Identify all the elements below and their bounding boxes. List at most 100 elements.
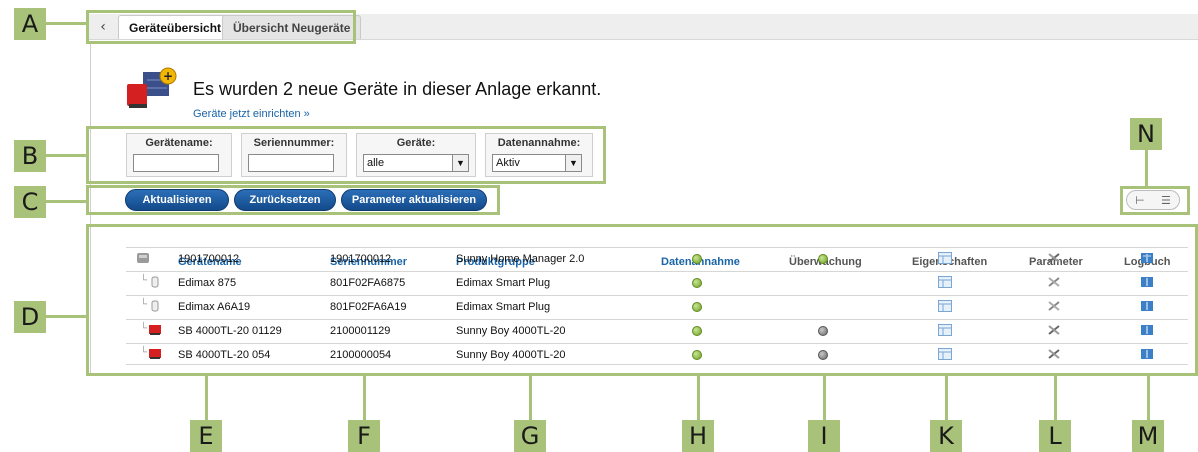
callout-e: E bbox=[190, 420, 222, 452]
row-device-name[interactable]: SB 4000TL-20 054 bbox=[178, 349, 270, 361]
setup-devices-link[interactable]: Geräte jetzt einrichten » bbox=[193, 108, 310, 120]
inverter-icon bbox=[148, 348, 162, 360]
view-toggle[interactable]: ⊢ ☰ bbox=[1126, 190, 1180, 210]
home-manager-icon bbox=[136, 252, 150, 264]
logbook-icon[interactable] bbox=[1140, 252, 1154, 264]
update-parameters-button[interactable]: Parameter aktualisieren bbox=[341, 189, 487, 211]
callout-g-line bbox=[529, 376, 532, 420]
inverter-icon bbox=[148, 324, 162, 336]
properties-icon[interactable] bbox=[938, 252, 952, 264]
filter-serial-label: Seriennummer: bbox=[253, 137, 335, 149]
filter-device-name-label: Gerätename: bbox=[145, 137, 213, 149]
new-device-icon: + bbox=[123, 66, 179, 118]
callout-n: N bbox=[1130, 118, 1162, 150]
data-acceptance-select-value: Aktiv bbox=[496, 157, 520, 169]
refresh-button[interactable]: Aktualisieren bbox=[125, 189, 229, 211]
callout-c: C bbox=[14, 186, 46, 218]
parameters-wrench-icon[interactable] bbox=[1047, 324, 1061, 336]
callout-m: M bbox=[1132, 420, 1164, 452]
filter-serial: Seriennummer: bbox=[241, 133, 347, 177]
tree-view-icon[interactable]: ⊢ bbox=[1135, 194, 1145, 207]
monitor-status-grey-icon bbox=[818, 326, 828, 336]
callout-a-line bbox=[46, 22, 86, 25]
callout-n-line bbox=[1145, 150, 1148, 186]
callout-e-line bbox=[205, 376, 208, 420]
table-row[interactable]: └ Edimax 875 801F02FA6875 Edimax Smart P… bbox=[126, 271, 1188, 293]
logbook-icon[interactable] bbox=[1140, 300, 1154, 312]
callout-b-line bbox=[46, 154, 86, 157]
svg-text:+: + bbox=[163, 69, 173, 83]
row-product-group: Sunny Home Manager 2.0 bbox=[456, 253, 585, 265]
callout-l: L bbox=[1039, 420, 1071, 452]
callout-i-line bbox=[823, 376, 826, 420]
callout-i: I bbox=[808, 420, 840, 452]
callout-k-line bbox=[945, 376, 948, 420]
parameters-wrench-icon[interactable] bbox=[1047, 252, 1061, 264]
callout-m-line bbox=[1147, 376, 1150, 420]
row-serial: 801F02FA6A19 bbox=[330, 301, 407, 313]
filter-devices-label: Geräte: bbox=[396, 137, 436, 149]
monitor-status-green-icon bbox=[818, 254, 828, 264]
row-device-name[interactable]: 1901700012 bbox=[178, 253, 239, 265]
filter-data-acceptance: Datenannahme: Aktiv ▼ bbox=[485, 133, 593, 177]
table-row[interactable]: └ Edimax A6A19 801F02FA6A19 Edimax Smart… bbox=[126, 295, 1188, 317]
properties-icon[interactable] bbox=[938, 324, 952, 336]
row-product-group: Edimax Smart Plug bbox=[456, 277, 551, 289]
properties-icon[interactable] bbox=[938, 348, 952, 360]
parameters-wrench-icon[interactable] bbox=[1047, 348, 1061, 360]
logbook-icon[interactable] bbox=[1140, 324, 1154, 336]
device-name-input[interactable] bbox=[133, 154, 219, 172]
table-row[interactable]: └ SB 4000TL-20 054 2100000054 Sunny Boy … bbox=[126, 343, 1188, 365]
parameters-wrench-icon[interactable] bbox=[1047, 300, 1061, 312]
callout-d: D bbox=[14, 301, 46, 333]
callout-h-line bbox=[697, 376, 700, 420]
callout-b: B bbox=[14, 140, 46, 172]
filter-devices: Geräte: alle ▼ bbox=[356, 133, 476, 177]
callout-l-line bbox=[1054, 376, 1057, 420]
data-acceptance-select[interactable]: Aktiv ▼ bbox=[492, 154, 582, 172]
callout-f: F bbox=[348, 420, 380, 452]
callout-h: H bbox=[682, 420, 714, 452]
callout-f-line bbox=[363, 376, 366, 420]
filter-data-acceptance-label: Datenannahme: bbox=[497, 137, 581, 149]
data-status-green-icon bbox=[692, 326, 702, 336]
table-row[interactable]: 1901700012 1901700012 Sunny Home Manager… bbox=[126, 247, 1188, 269]
highlight-a bbox=[86, 10, 356, 44]
row-serial: 2100001129 bbox=[330, 325, 391, 337]
callout-g: G bbox=[514, 420, 546, 452]
row-product-group: Sunny Boy 4000TL-20 bbox=[456, 325, 566, 337]
row-device-name[interactable]: Edimax A6A19 bbox=[178, 301, 250, 313]
properties-icon[interactable] bbox=[938, 276, 952, 288]
callout-k: K bbox=[930, 420, 962, 452]
smart-plug-icon bbox=[150, 276, 164, 288]
data-status-green-icon bbox=[692, 278, 702, 288]
properties-icon[interactable] bbox=[938, 300, 952, 312]
filter-device-name: Gerätename: bbox=[126, 133, 232, 177]
parameters-wrench-icon[interactable] bbox=[1047, 276, 1061, 288]
data-status-green-icon bbox=[692, 254, 702, 264]
row-device-name[interactable]: Edimax 875 bbox=[178, 277, 236, 289]
row-serial: 801F02FA6875 bbox=[330, 277, 406, 289]
reset-button[interactable]: Zurücksetzen bbox=[234, 189, 336, 211]
monitor-status-grey-icon bbox=[818, 350, 828, 360]
serial-input[interactable] bbox=[248, 154, 334, 172]
callout-c-line bbox=[46, 200, 86, 203]
callout-d-line bbox=[46, 315, 86, 318]
chevron-down-icon[interactable]: ▼ bbox=[452, 155, 468, 171]
row-device-name[interactable]: SB 4000TL-20 01129 bbox=[178, 325, 282, 337]
table-row[interactable]: └ SB 4000TL-20 01129 2100001129 Sunny Bo… bbox=[126, 319, 1188, 341]
data-status-green-icon bbox=[692, 350, 702, 360]
devices-select[interactable]: alle ▼ bbox=[363, 154, 469, 172]
data-status-green-icon bbox=[692, 302, 702, 312]
callout-a: A bbox=[14, 8, 46, 40]
logbook-icon[interactable] bbox=[1140, 276, 1154, 288]
devices-select-value: alle bbox=[367, 157, 385, 169]
list-view-icon[interactable]: ☰ bbox=[1161, 194, 1171, 207]
smart-plug-icon bbox=[150, 300, 164, 312]
chevron-down-icon[interactable]: ▼ bbox=[565, 155, 581, 171]
notice-title: Es wurden 2 neue Geräte in dieser Anlage… bbox=[193, 79, 602, 99]
row-serial: 2100000054 bbox=[330, 349, 392, 361]
row-product-group: Sunny Boy 4000TL-20 bbox=[456, 349, 566, 361]
logbook-icon[interactable] bbox=[1140, 348, 1154, 360]
row-serial: 1901700012 bbox=[330, 253, 392, 265]
